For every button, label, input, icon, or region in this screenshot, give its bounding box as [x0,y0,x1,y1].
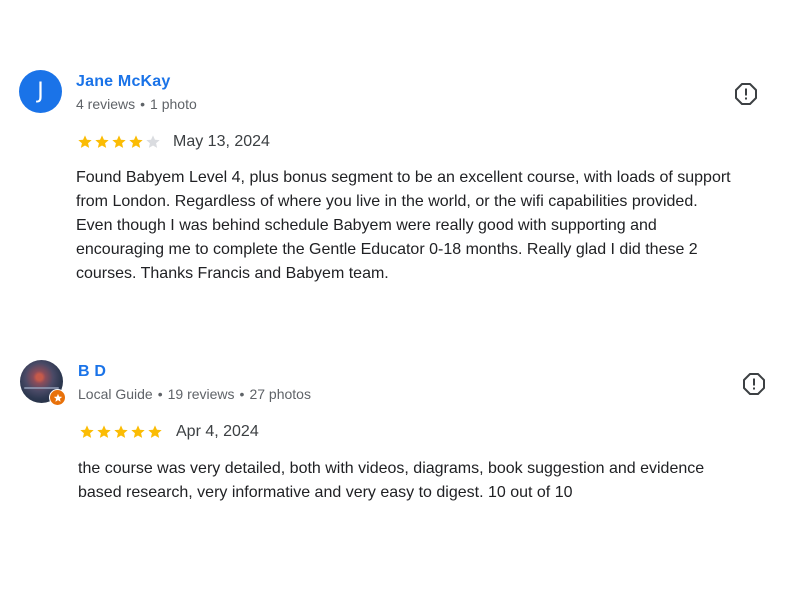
star-filled-icon [148,425,162,438]
local-guide-label: Local Guide [78,386,153,402]
separator-dot: • [157,386,163,402]
report-review-button[interactable] [742,372,766,396]
photo-count: 27 photos [249,386,311,402]
report-icon [743,373,765,395]
reviewer-name[interactable]: B D [78,363,106,381]
star-filled-icon [131,425,145,438]
reviewer-meta: Local Guide • 19 reviews • 27 photos [78,386,311,402]
review-date: Apr 4, 2024 [176,423,259,440]
local-guide-star-icon [49,389,66,406]
star-rating [79,424,163,440]
separator-dot: • [239,386,245,402]
star-filled-icon [114,425,128,438]
star-filled-icon [97,425,111,438]
review-card: B D Local Guide • 19 reviews • 27 photos Apr… [0,0,800,600]
review-text-line: based research, very informative and ver… [78,484,573,501]
review-text-line: the course was very detailed, both with … [78,460,705,477]
avatar[interactable] [20,360,66,406]
review-text: the course was very detailed, both with … [78,457,704,505]
review-count: 19 reviews [167,386,235,402]
star-filled-icon [80,425,94,438]
